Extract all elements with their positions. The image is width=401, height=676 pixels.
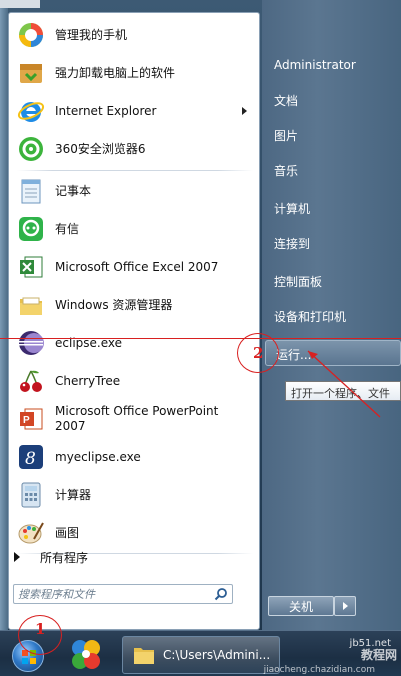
myeclipse-icon: 8	[15, 441, 47, 473]
pictures-link[interactable]: 图片	[274, 123, 298, 147]
separator	[17, 170, 253, 171]
expand-arrow-icon	[14, 552, 20, 562]
connect-to-link[interactable]: 连接到	[274, 231, 310, 255]
annotation-number-2: 2	[253, 344, 264, 362]
powerpoint-icon: P	[15, 403, 47, 435]
program-item-notepad[interactable]: 记事本	[13, 173, 257, 209]
documents-link[interactable]: 文档	[274, 88, 298, 112]
cherry-icon	[15, 365, 47, 397]
program-label: myeclipse.exe	[55, 449, 141, 464]
shutdown-options-button[interactable]	[334, 596, 356, 616]
program-item-cherrytree[interactable]: CherryTree	[13, 363, 257, 399]
program-label: 画图	[55, 525, 80, 540]
excel-icon	[15, 251, 47, 283]
calculator-icon	[15, 479, 47, 511]
phone-manager-icon	[15, 19, 47, 51]
user-name-link[interactable]: Administrator	[274, 53, 356, 77]
notepad-icon	[15, 175, 47, 207]
window-frame-top	[0, 0, 40, 8]
all-programs-button[interactable]: 所有程序	[10, 546, 246, 568]
program-item-uninstaller[interactable]: 强力卸载电脑上的软件	[13, 55, 257, 91]
shutdown-button[interactable]: 关机	[268, 596, 334, 616]
360-browser-icon	[15, 133, 47, 165]
program-item-phone-manager[interactable]: 管理我的手机	[13, 17, 257, 53]
program-label: 有信	[55, 221, 80, 236]
folder-icon	[134, 648, 154, 664]
watermark: jb51.net 教程网 jiaocheng.chazidian.com	[264, 636, 401, 676]
svg-text:P: P	[23, 415, 30, 426]
program-item-myeclipse[interactable]: 8 myeclipse.exe	[13, 439, 257, 475]
window-frame-left	[0, 0, 8, 630]
program-label: 计算器	[55, 487, 92, 502]
watermark-line-2: 教程网	[360, 648, 397, 662]
program-label: 360安全浏览器6	[55, 141, 146, 156]
program-item-eclipse[interactable]: eclipse.exe	[13, 325, 257, 361]
program-label: 记事本	[55, 183, 92, 198]
program-label: CherryTree	[55, 373, 121, 388]
youxin-icon	[15, 213, 47, 245]
computer-link[interactable]: 计算机	[274, 196, 310, 220]
program-item-internet-explorer[interactable]: Internet Explorer	[13, 93, 257, 129]
paint-icon	[15, 517, 47, 549]
annotation-arrow-icon	[307, 350, 381, 418]
devices-printers-link[interactable]: 设备和打印机	[274, 304, 346, 328]
svg-text:8: 8	[25, 449, 36, 469]
music-link[interactable]: 音乐	[274, 158, 298, 182]
program-label: Windows 资源管理器	[55, 297, 173, 312]
taskbar-explorer-label: C:\Users\Admini...	[163, 648, 271, 662]
program-item-360-browser[interactable]: 360安全浏览器6	[13, 131, 257, 167]
program-label: Microsoft Office PowerPoint 2007	[55, 404, 219, 433]
control-panel-link[interactable]: 控制面板	[274, 269, 322, 293]
annotation-line	[0, 338, 401, 339]
watermark-line-3: jiaocheng.chazidian.com	[263, 665, 375, 675]
search-input[interactable]	[18, 587, 208, 602]
program-label: 管理我的手机	[55, 27, 128, 42]
program-item-calculator[interactable]: 计算器	[13, 477, 257, 513]
start-menu-program-list: 管理我的手机 强力卸载电脑上的软件 Internet Explorer 360安…	[8, 12, 260, 630]
submenu-arrow-icon[interactable]	[242, 107, 247, 115]
program-item-youxin[interactable]: 有信	[13, 211, 257, 247]
search-icon[interactable]	[214, 587, 228, 601]
annotation-number-1: 1	[35, 620, 46, 638]
program-label: Internet Explorer	[55, 103, 157, 118]
taskbar-360-app[interactable]	[64, 636, 108, 674]
all-programs-label: 所有程序	[40, 550, 89, 565]
program-label: 强力卸载电脑上的软件	[55, 65, 176, 80]
search-box[interactable]	[13, 584, 233, 604]
taskbar-explorer-window[interactable]: C:\Users\Admini...	[122, 636, 280, 674]
folder-icon	[15, 289, 47, 321]
ie-icon	[15, 95, 47, 127]
uninstaller-icon	[15, 57, 47, 89]
360-icon	[72, 640, 100, 669]
program-label: Microsoft Office Excel 2007	[55, 259, 219, 274]
program-item-excel[interactable]: Microsoft Office Excel 2007	[13, 249, 257, 285]
program-item-windows-explorer[interactable]: Windows 资源管理器	[13, 287, 257, 323]
program-item-powerpoint[interactable]: P Microsoft Office PowerPoint 2007	[13, 401, 257, 437]
eclipse-icon	[15, 327, 47, 359]
